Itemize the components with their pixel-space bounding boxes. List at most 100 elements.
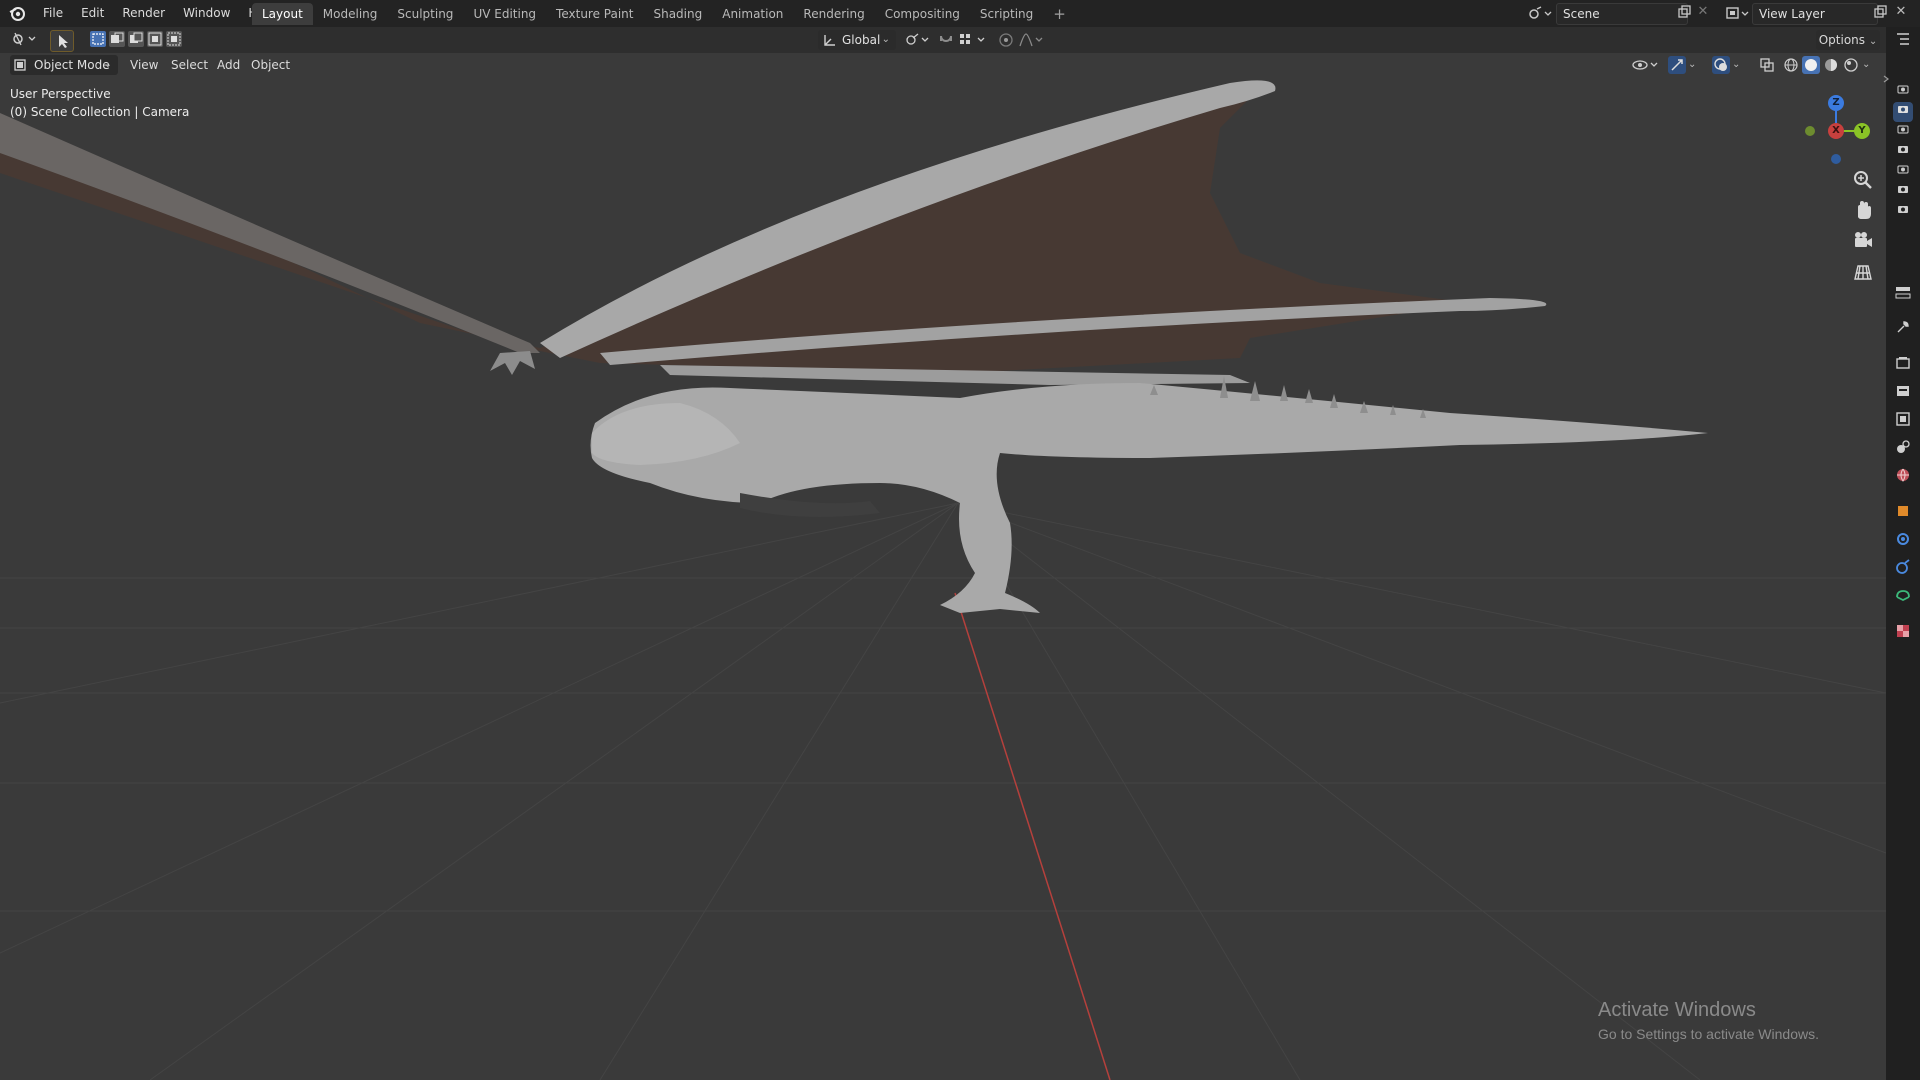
menu-add[interactable]: Add (217, 55, 240, 75)
chevron-down-icon[interactable]: ⌄ (1862, 57, 1876, 73)
tab-modeling[interactable]: Modeling (313, 3, 388, 25)
close-scene-icon[interactable]: ✕ (1696, 4, 1710, 19)
material-icon[interactable] (1893, 621, 1913, 641)
zoom-icon[interactable] (1850, 167, 1876, 193)
menu-render[interactable]: Render (113, 0, 174, 27)
options-dropdown[interactable]: Options ⌄ (1816, 30, 1880, 50)
menu-select[interactable]: Select (171, 55, 208, 75)
viewport-collection-info: (0) Scene Collection | Camera (10, 105, 190, 119)
tab-sculpting[interactable]: Sculpting (387, 3, 463, 25)
3d-viewport[interactable]: User Perspective (0) Scene Collection | … (0, 53, 1886, 1080)
tab-scripting[interactable]: Scripting (970, 3, 1043, 25)
expand-arrow-icon[interactable] (1879, 71, 1893, 91)
new-scene-icon[interactable] (1676, 5, 1692, 22)
gizmo-y-axis[interactable]: Y (1854, 123, 1870, 139)
scene-icon[interactable] (1893, 437, 1913, 457)
tab-uv-editing[interactable]: UV Editing (463, 3, 546, 25)
menu-file[interactable]: File (34, 0, 72, 27)
properties-editor-icon[interactable] (1893, 283, 1913, 303)
add-workspace-button[interactable]: + (1043, 3, 1076, 25)
blender-logo-icon[interactable] (8, 4, 26, 22)
select-mode-intersect-icon[interactable] (166, 31, 182, 47)
solid-shading-icon[interactable] (1802, 56, 1820, 74)
main-menu: File Edit Render Window Help (34, 0, 285, 27)
view-layer-icon[interactable] (1893, 409, 1913, 429)
tab-animation[interactable]: Animation (712, 3, 793, 25)
pivot-point-icon[interactable] (904, 32, 932, 48)
view-layer-field[interactable]: View Layer (1752, 3, 1878, 25)
viewport-header: Object Mode ⌄ View Select Add Object ⌄ ⌄… (0, 53, 1886, 77)
tool-icon[interactable] (1893, 317, 1913, 337)
select-mode-subtract-icon[interactable] (128, 31, 144, 47)
outliner-editor-icon[interactable] (1893, 29, 1913, 49)
proportional-editing-icon[interactable] (998, 32, 1014, 48)
camera-visibility-icon[interactable] (1893, 202, 1913, 222)
camera-icon[interactable] (1850, 228, 1876, 254)
editor-type-icon[interactable] (10, 31, 40, 50)
select-mode-new-icon[interactable] (90, 31, 106, 47)
menu-object[interactable]: Object (251, 55, 290, 75)
camera-visibility-icon[interactable] (1893, 182, 1913, 202)
scene-name-field[interactable]: Scene (1556, 3, 1688, 25)
gizmo-toggle-icon[interactable] (1668, 56, 1686, 74)
tab-texture-paint[interactable]: Texture Paint (546, 3, 643, 25)
world-icon[interactable] (1893, 465, 1913, 485)
grid-icon[interactable] (1850, 259, 1876, 285)
close-view-layer-icon[interactable]: ✕ (1894, 4, 1908, 19)
overlays-toggle-icon[interactable] (1712, 56, 1730, 74)
physics-icon[interactable] (1893, 557, 1913, 577)
chevron-down-icon: ⌄ (103, 59, 112, 70)
view-layer-name: View Layer (1759, 7, 1825, 21)
options-label: Options (1818, 33, 1866, 47)
render-icon[interactable] (1893, 353, 1913, 373)
viewport-perspective-label: User Perspective (10, 87, 111, 101)
transform-orientation-label: Global (842, 33, 881, 47)
tab-shading[interactable]: Shading (643, 3, 712, 25)
select-tool-button[interactable] (50, 30, 74, 52)
tab-compositing[interactable]: Compositing (875, 3, 970, 25)
chevron-down-icon[interactable]: ⌄ (1732, 57, 1746, 73)
scene-browse-icon[interactable] (1526, 5, 1554, 24)
menu-edit[interactable]: Edit (72, 0, 113, 27)
select-mode-invert-icon[interactable] (147, 31, 163, 47)
snap-toggle-icon[interactable] (938, 32, 954, 48)
select-mode-extend-icon[interactable] (109, 31, 125, 47)
floor-grid (0, 502, 1886, 1080)
xray-toggle-icon[interactable] (1758, 56, 1776, 74)
menu-window[interactable]: Window (174, 0, 239, 27)
mode-dropdown[interactable]: Object Mode ⌄ (10, 55, 118, 75)
camera-visibility-icon[interactable] (1893, 162, 1913, 182)
mode-label: Object Mode (34, 58, 110, 72)
transform-orientation-dropdown[interactable]: Global ⌄ (818, 30, 896, 50)
snap-target-icon[interactable] (958, 32, 988, 48)
view-layer-browse-icon[interactable] (1724, 5, 1752, 24)
camera-visibility-icon[interactable] (1893, 102, 1913, 122)
output-icon[interactable] (1893, 381, 1913, 401)
gizmo-x-axis[interactable]: X (1828, 123, 1844, 139)
constraints-icon[interactable] (1893, 585, 1913, 605)
dragon-wing-claw (490, 351, 535, 375)
chevron-down-icon[interactable]: ⌄ (1688, 57, 1702, 73)
viewport-scene (0, 80, 1886, 1080)
properties-tab-bar (1883, 27, 1920, 1080)
object-icon[interactable] (1893, 501, 1913, 521)
activate-windows-subtitle: Go to Settings to activate Windows. (1598, 1026, 1819, 1042)
tab-rendering[interactable]: Rendering (793, 3, 874, 25)
tab-layout[interactable]: Layout (252, 3, 313, 25)
modifier-icon[interactable] (1893, 529, 1913, 549)
activate-windows-title: Activate Windows (1598, 999, 1756, 1021)
camera-visibility-icon[interactable] (1893, 82, 1913, 102)
camera-visibility-icon[interactable] (1893, 142, 1913, 162)
visibility-icon[interactable] (1632, 57, 1662, 73)
top-bar: File Edit Render Window Help Layout Mode… (0, 0, 1920, 27)
material-shading-icon[interactable] (1822, 56, 1840, 74)
workspace-tabs: Layout Modeling Sculpting UV Editing Tex… (252, 3, 1076, 25)
menu-view[interactable]: View (130, 55, 158, 75)
pan-icon[interactable] (1850, 197, 1876, 223)
new-view-layer-icon[interactable] (1872, 5, 1888, 22)
gizmo-z-axis[interactable]: Z (1828, 95, 1844, 111)
proportional-falloff-icon[interactable] (1018, 32, 1046, 48)
rendered-shading-icon[interactable] (1842, 56, 1860, 74)
camera-visibility-icon[interactable] (1893, 122, 1913, 142)
wireframe-shading-icon[interactable] (1782, 56, 1800, 74)
